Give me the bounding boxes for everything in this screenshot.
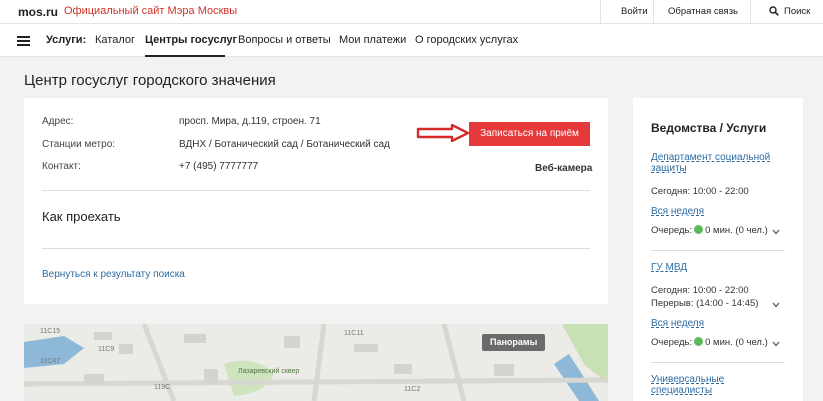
break-hours: Перерыв: (14:00 - 14:45): [651, 298, 759, 309]
contact-label: Контакт:: [42, 161, 81, 172]
divider: [42, 190, 590, 191]
divider: [651, 362, 785, 363]
site-logo[interactable]: mos.ru: [18, 5, 58, 19]
map-label: 119С: [154, 384, 171, 391]
nav-item-payments[interactable]: Мои платежи: [339, 34, 406, 46]
page-title: Центр госуслуг городского значения: [24, 72, 276, 89]
queue-prefix: Очередь:: [651, 337, 693, 348]
queue-status: Очередь: 0 мин. (0 чел.): [651, 225, 768, 236]
map[interactable]: 11С15 11С9 11С47 11С11 Лазаревский сквер…: [24, 324, 608, 401]
address-value: просп. Мира, д.119, строен. 71: [179, 116, 321, 127]
chevron-down-icon[interactable]: [772, 229, 780, 235]
departments-sidebar: Ведомства / Услуги Департамент социально…: [633, 98, 803, 401]
active-tab-indicator: [145, 55, 225, 57]
arrow-right-icon: [416, 124, 470, 142]
search-icon[interactable]: [769, 6, 779, 16]
week-schedule-link[interactable]: Вся неделя: [651, 206, 704, 217]
back-to-results-link[interactable]: Вернуться к результату поиска: [42, 269, 185, 280]
divider: [750, 0, 751, 24]
divider: [600, 0, 601, 24]
queue-value: 0 мин. (0 чел.): [705, 337, 768, 348]
appointment-button[interactable]: Записаться на приём: [469, 122, 590, 146]
divider: [651, 250, 785, 251]
today-hours: Сегодня: 10:00 - 22:00: [651, 285, 749, 296]
queue-prefix: Очередь:: [651, 225, 693, 236]
status-dot-icon: [694, 337, 704, 346]
divider: [42, 248, 590, 249]
contact-value: +7 (495) 7777777: [179, 161, 259, 172]
center-info-card: Адрес: просп. Мира, д.119, строен. 71 Ст…: [24, 98, 608, 304]
queue-value: 0 мин. (0 чел.): [705, 225, 768, 236]
directions-heading[interactable]: Как проехать: [42, 209, 121, 224]
divider: [653, 0, 654, 24]
site-title[interactable]: Официальный сайт Мэра Москвы: [64, 5, 237, 17]
map-label: Лазаревский сквер: [238, 368, 300, 375]
department-link[interactable]: Департамент социальной защиты: [651, 152, 781, 174]
sidebar-heading: Ведомства / Услуги: [651, 121, 767, 135]
today-hours: Сегодня: 10:00 - 22:00: [651, 186, 749, 197]
map-label: 11С11: [344, 330, 364, 337]
metro-value: ВДНХ / Ботанический сад / Ботанический с…: [179, 139, 390, 150]
top-header: mos.ru Официальный сайт Мэра Москвы Войт…: [0, 0, 823, 24]
week-schedule-link[interactable]: Вся неделя: [651, 318, 704, 329]
chevron-down-icon[interactable]: [772, 302, 780, 308]
department-link[interactable]: ГУ МВД: [651, 262, 687, 273]
webcam-link[interactable]: Веб-камера: [535, 163, 592, 174]
map-label: 11С47: [40, 358, 61, 365]
search-link[interactable]: Поиск: [784, 6, 810, 17]
chevron-down-icon[interactable]: [772, 341, 780, 347]
nav-item-faq[interactable]: Вопросы и ответы: [238, 34, 331, 46]
map-label: 11С9: [98, 346, 115, 353]
metro-label: Станции метро:: [42, 139, 116, 150]
status-dot-icon: [694, 225, 704, 234]
address-label: Адрес:: [42, 116, 74, 127]
map-label: 11С15: [40, 328, 61, 335]
department-link[interactable]: Универсальные специалисты: [651, 374, 751, 396]
nav-item-service-centers[interactable]: Центры госуслуг: [145, 34, 237, 46]
panorama-button[interactable]: Панорамы: [482, 334, 546, 351]
nav-item-catalog[interactable]: Каталог: [95, 34, 135, 46]
services-label: Услуги:: [46, 34, 87, 46]
services-nav: Услуги: Каталог Центры госуслуг Вопросы …: [0, 24, 823, 57]
nav-item-about-services[interactable]: О городских услугах: [415, 34, 518, 46]
menu-icon[interactable]: [17, 36, 30, 46]
map-label: 11С2: [404, 386, 421, 393]
queue-status: Очередь: 0 мин. (0 чел.): [651, 337, 768, 348]
login-link[interactable]: Войти: [621, 6, 648, 17]
feedback-link[interactable]: Обратная связь: [668, 6, 738, 17]
